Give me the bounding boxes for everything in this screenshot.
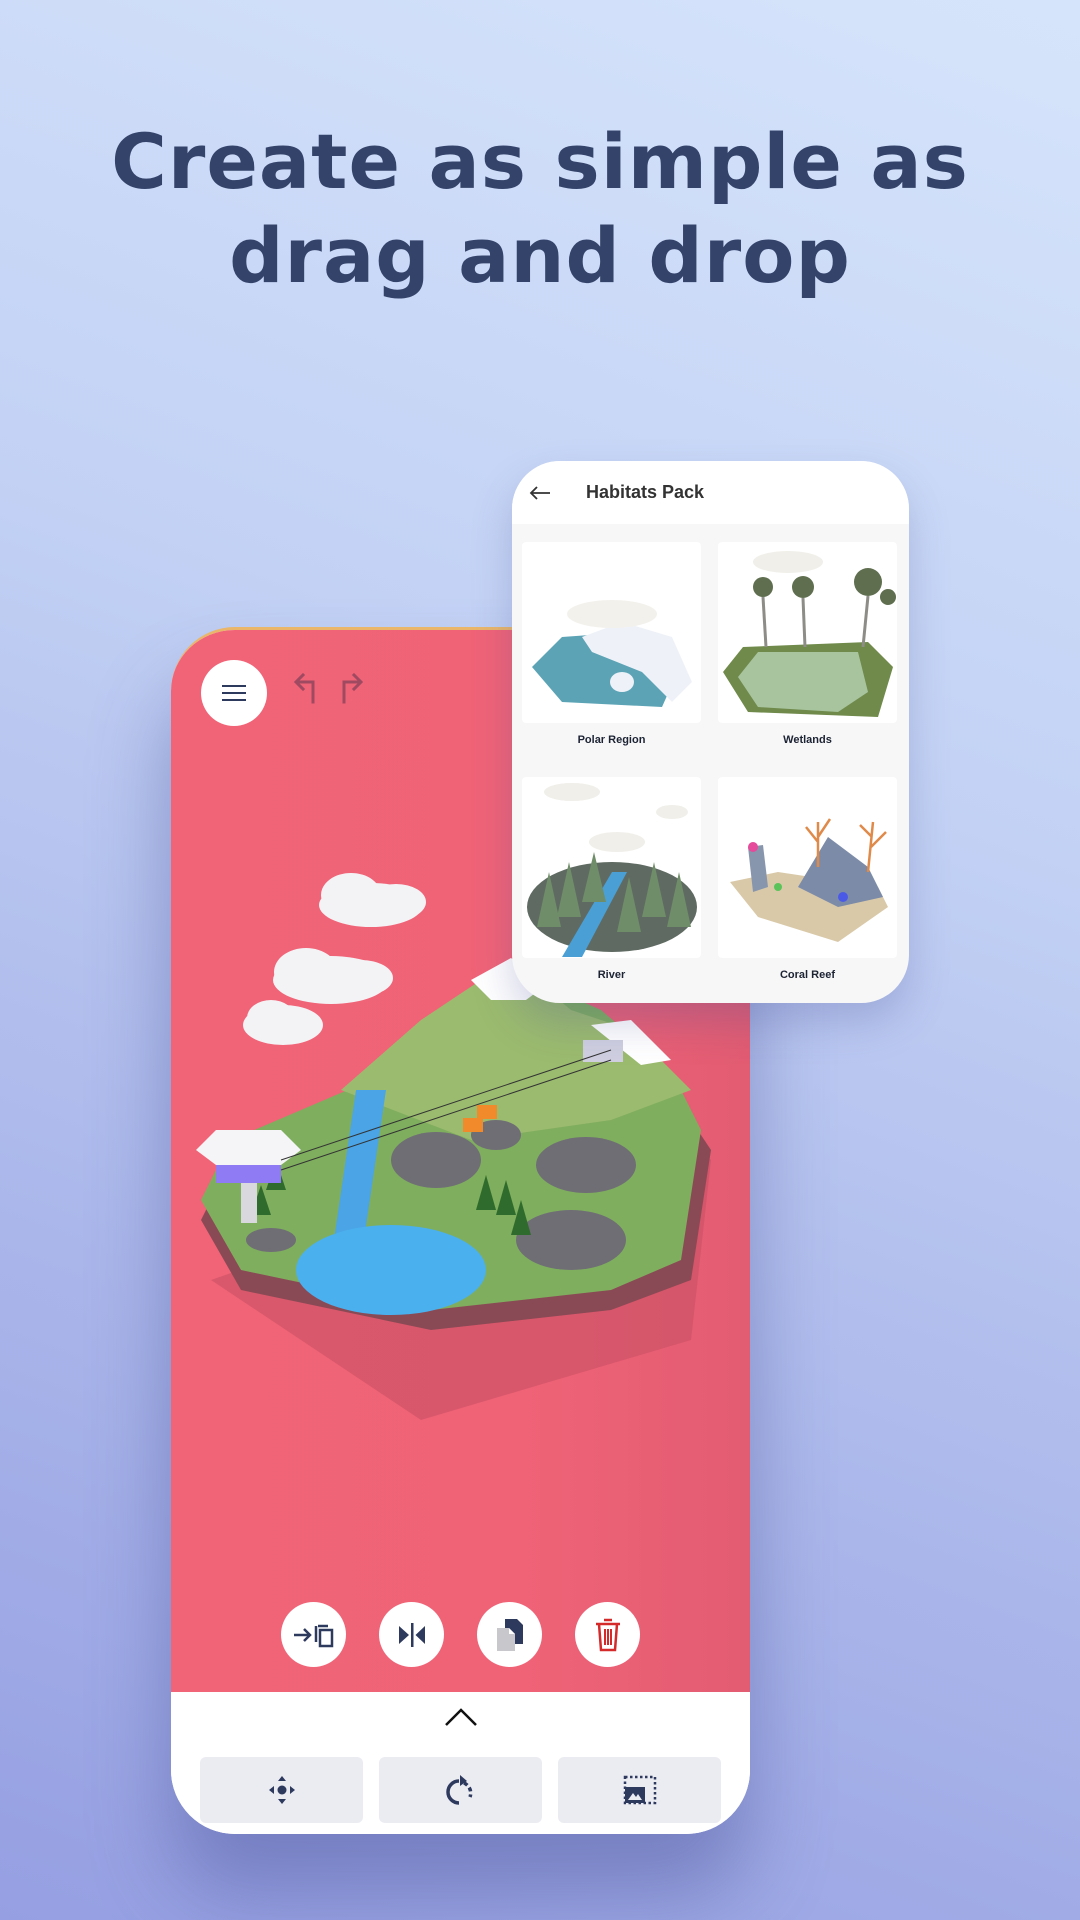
duplicate-button[interactable] [477, 1602, 542, 1667]
habitat-card-coral-reef[interactable]: Coral Reef [718, 777, 897, 1003]
duplicate-files-icon [496, 1618, 523, 1651]
move-arrows-icon [268, 1776, 295, 1804]
tool-row [200, 1757, 721, 1823]
headline-line-1: Create as simple as [111, 117, 969, 206]
cloud-icon [243, 1000, 323, 1045]
trash-icon [595, 1618, 620, 1651]
hamburger-icon [222, 685, 246, 701]
habitat-label: Polar Region [577, 734, 646, 746]
expand-panel-button[interactable] [441, 1702, 481, 1732]
back-arrow-icon [529, 485, 550, 500]
menu-button[interactable] [201, 660, 267, 726]
habitat-grid: Polar Region Wetlands River Coral Reef [512, 524, 909, 1003]
resize-tool-button[interactable] [558, 1757, 721, 1823]
back-button[interactable] [528, 481, 552, 505]
cloud-icon [273, 948, 393, 1004]
flip-horizontal-icon [398, 1622, 425, 1647]
redo-button[interactable] [334, 668, 368, 708]
undo-button[interactable] [289, 668, 323, 708]
undo-arrow-icon [293, 672, 315, 704]
habitat-label: River [597, 969, 626, 981]
redo-arrow-icon [342, 672, 364, 704]
headline: Create as simple as drag and drop [0, 115, 1080, 303]
wetlands-thumbnail [718, 542, 897, 723]
resize-image-icon [623, 1775, 656, 1805]
polar-region-thumbnail [522, 542, 701, 723]
habitat-card-polar-region[interactable]: Polar Region [522, 542, 701, 777]
rotate-tool-button[interactable] [379, 1757, 542, 1823]
habitat-label: Wetlands [783, 734, 832, 746]
pack-header: Habitats Pack [512, 461, 909, 524]
mirror-button[interactable] [379, 1602, 444, 1667]
habitat-label: Coral Reef [779, 969, 836, 981]
coral-reef-thumbnail [718, 777, 897, 958]
delete-button[interactable] [575, 1602, 640, 1667]
habitat-card-river[interactable]: River [522, 777, 701, 1003]
tool-panel [171, 1692, 750, 1834]
cloud-icon [319, 873, 426, 927]
headline-line-2: drag and drop [229, 211, 851, 300]
habitats-pack-panel: Habitats Pack Polar Region Wetlands Rive… [512, 461, 909, 1003]
habitat-card-wetlands[interactable]: Wetlands [718, 542, 897, 777]
rotate-icon [445, 1775, 472, 1805]
river-thumbnail [522, 777, 701, 958]
object-actions [171, 1602, 750, 1667]
pack-title: Habitats Pack [586, 482, 705, 502]
move-tool-button[interactable] [200, 1757, 363, 1823]
chevron-up-icon [445, 1708, 477, 1726]
arrow-into-copy-icon [293, 1624, 333, 1647]
move-to-copy-button[interactable] [281, 1602, 346, 1667]
